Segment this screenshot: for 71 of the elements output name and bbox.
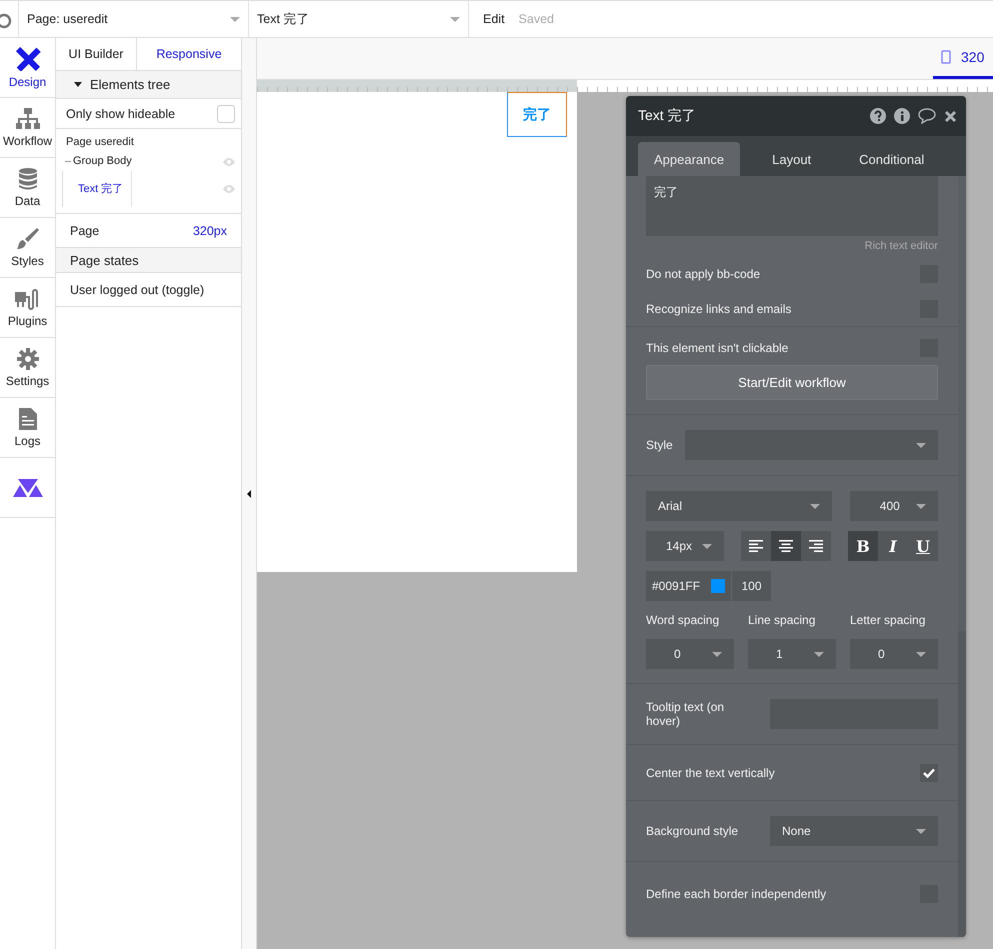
spacing-label: Letter spacing xyxy=(850,613,926,627)
checkbox[interactable] xyxy=(920,764,938,782)
option-label: Define each border independently xyxy=(646,887,826,901)
align-button[interactable] xyxy=(771,531,801,561)
nav-item[interactable]: Workflow xyxy=(0,98,55,158)
page-label: Page xyxy=(70,224,100,238)
font-color-field[interactable]: #0091FF xyxy=(646,571,731,601)
font-family-dropdown[interactable]: Arial xyxy=(646,491,832,521)
spacing-label: Line spacing xyxy=(748,613,816,627)
align-left-icon xyxy=(749,540,763,552)
start-edit-workflow-button[interactable]: Start/Edit workflow xyxy=(646,365,938,400)
paintbrush-icon xyxy=(16,228,38,250)
comment-icon[interactable] xyxy=(918,108,936,124)
nav-item[interactable]: Plugins xyxy=(0,278,55,338)
spacing-dropdown[interactable]: 1 xyxy=(748,639,836,669)
element-dropdown[interactable]: Text 完了 xyxy=(249,1,469,37)
nav-item[interactable]: Settings xyxy=(0,338,55,398)
page-state-item[interactable]: User logged out (toggle) xyxy=(56,273,241,307)
hierarchy-icon xyxy=(16,108,40,130)
panel-tab[interactable]: Layout xyxy=(756,142,828,176)
spacing-label: Word spacing xyxy=(646,613,720,627)
align-center-icon xyxy=(779,540,793,552)
tree-item[interactable]: Page useredit xyxy=(66,133,235,152)
page-dropdown[interactable]: Page: useredit xyxy=(19,1,249,37)
format-button[interactable]: U xyxy=(908,531,938,561)
nav-item[interactable]: Design xyxy=(0,38,55,98)
style-label: Style xyxy=(646,438,673,452)
sidebar-tab[interactable]: UI Builder xyxy=(56,38,137,70)
save-status: Saved xyxy=(518,12,554,26)
collapse-arrow-icon[interactable] xyxy=(247,490,251,498)
plug-icon xyxy=(14,288,40,310)
color-swatch[interactable] xyxy=(711,579,725,593)
document-icon xyxy=(18,408,36,430)
tooltip-label: Tooltip text (on hover) xyxy=(646,700,726,728)
sidebar-tab[interactable]: Responsive xyxy=(137,38,241,70)
panel-title: Text 完了 xyxy=(638,107,697,125)
database-icon xyxy=(18,168,36,190)
panel-tab[interactable]: Appearance xyxy=(638,142,740,176)
opacity-field[interactable]: 100 xyxy=(732,571,771,601)
background-style-label: Background style xyxy=(646,824,738,838)
option-label: Center the text vertically xyxy=(646,766,775,780)
spacing-dropdown[interactable]: 0 xyxy=(646,639,734,669)
edit-menu[interactable]: Edit xyxy=(483,12,505,26)
font-weight-dropdown[interactable]: 400 xyxy=(850,491,938,521)
page-width-link[interactable]: 320px xyxy=(192,224,227,238)
page-states-header: Page states xyxy=(56,248,241,273)
checkmark-icon xyxy=(923,768,935,778)
checkbox[interactable] xyxy=(217,104,235,122)
scrollbar-thumb[interactable] xyxy=(958,176,966,631)
option-label: Recognize links and emails xyxy=(646,302,792,316)
option-label: Do not apply bb-code xyxy=(646,266,760,280)
nav-item[interactable]: Styles xyxy=(0,218,55,278)
close-icon[interactable] xyxy=(944,110,957,122)
help-icon[interactable] xyxy=(870,108,886,124)
text-content-field[interactable]: 完了 xyxy=(646,176,938,236)
format-button[interactable]: I xyxy=(878,531,908,561)
option-label: This element isn't clickable xyxy=(646,340,788,354)
background-style-dropdown[interactable]: None xyxy=(770,816,938,846)
info-icon[interactable] xyxy=(894,108,910,124)
tree-item[interactable]: Text 完了 xyxy=(70,171,132,207)
align-right-icon xyxy=(809,540,823,552)
filter-label: Only show hideable xyxy=(66,106,176,120)
panel-tab[interactable]: Conditional xyxy=(843,142,940,176)
nav-item[interactable]: Data xyxy=(0,158,55,218)
nav-item[interactable]: Logs xyxy=(0,398,55,458)
format-button[interactable]: B xyxy=(848,531,878,561)
elements-tree-header[interactable]: Elements tree xyxy=(56,71,241,99)
phone-icon xyxy=(941,50,951,64)
spacing-dropdown[interactable]: 0 xyxy=(850,639,938,669)
font-size-dropdown[interactable]: 14px xyxy=(646,531,724,561)
triangles-logo-icon xyxy=(12,478,42,496)
